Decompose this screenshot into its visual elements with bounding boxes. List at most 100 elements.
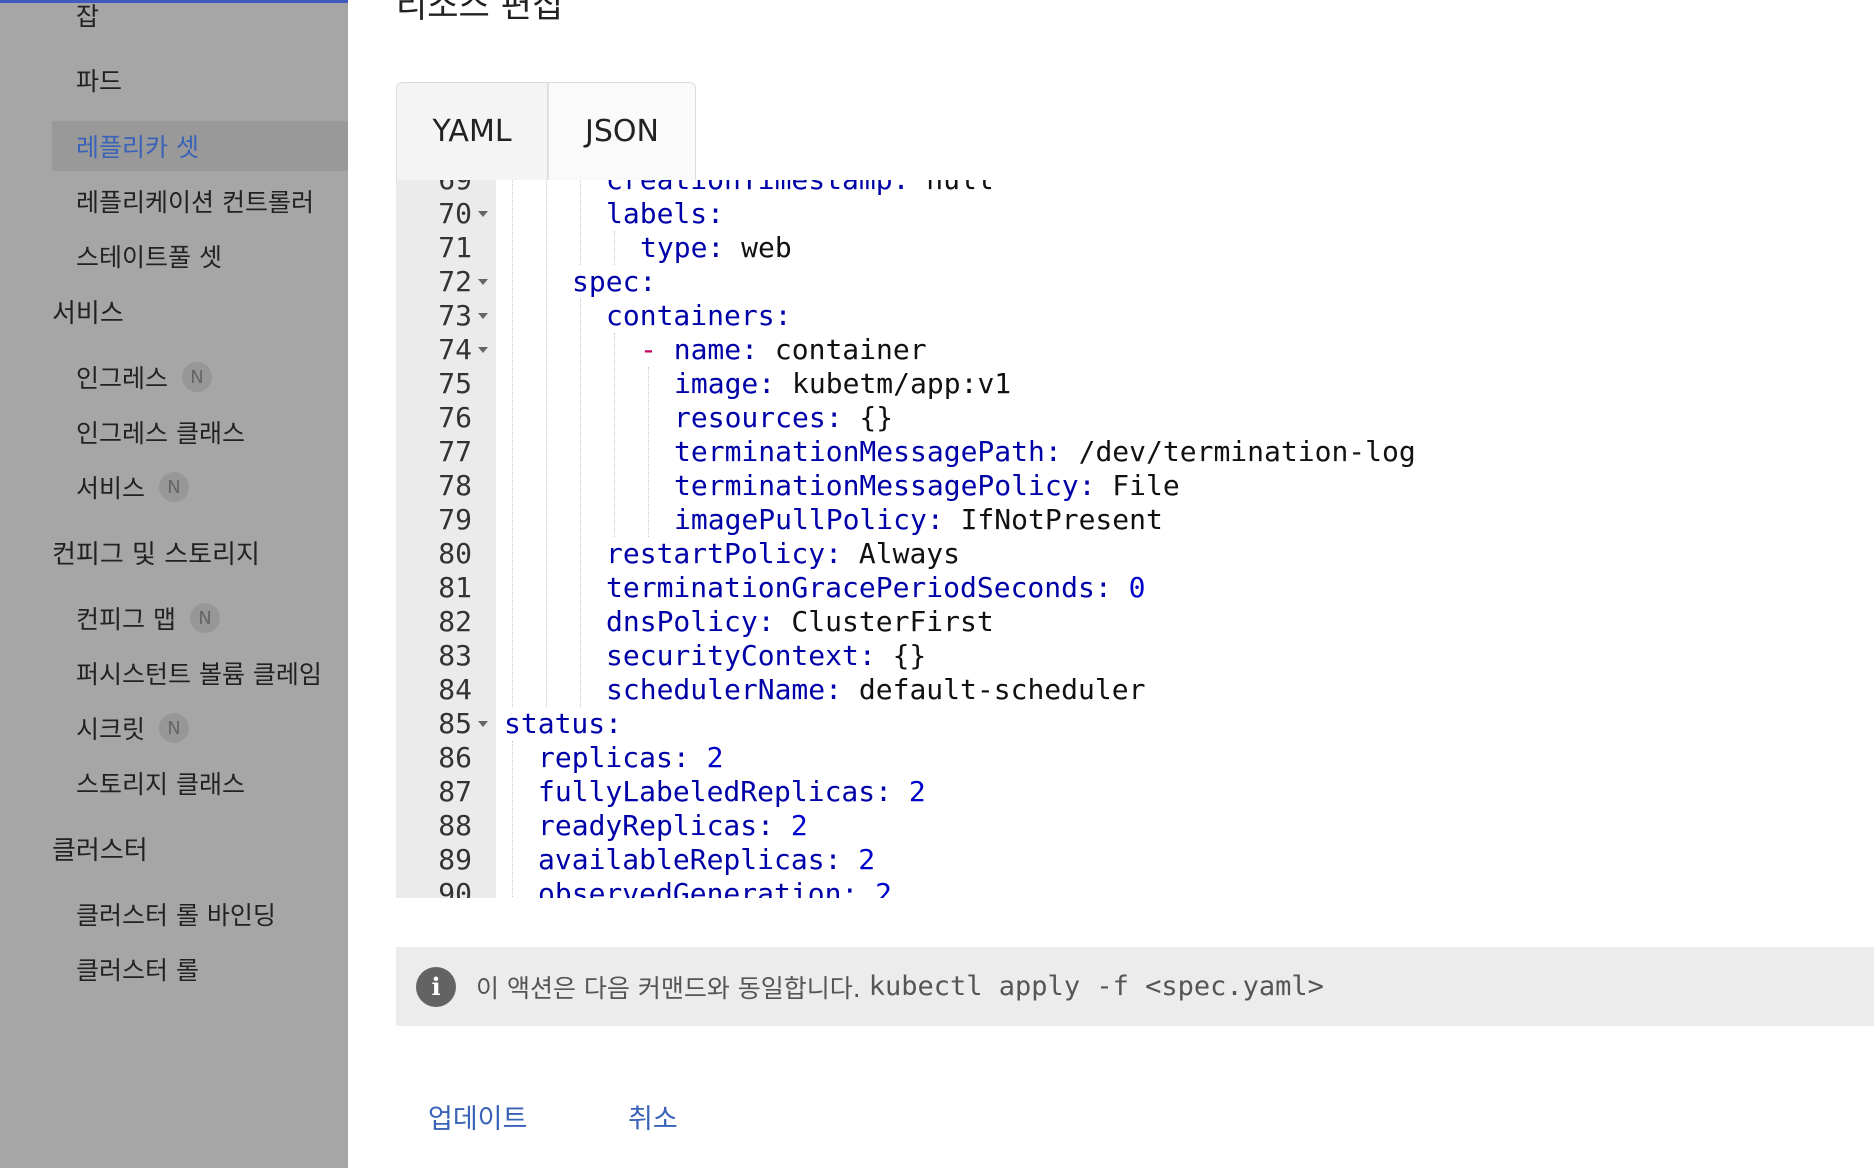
sidebar-item[interactable]: 레플리케이션 컨트롤러 — [0, 176, 348, 226]
sidebar-item-label: 인그레스 클래스 — [76, 419, 245, 448]
code-text: containers: — [606, 299, 791, 333]
code-text: dnsPolicy: ClusterFirst — [606, 605, 994, 639]
sidebar-item-label: 파드 — [76, 67, 123, 96]
sidebar-item[interactable]: 스토리지 클래스 — [0, 758, 348, 808]
code-text: schedulerName: default-scheduler — [606, 673, 1145, 707]
yaml-key: imagePullPolicy: — [674, 503, 944, 536]
code-text: terminationMessagePath: /dev/termination… — [674, 435, 1416, 469]
update-button[interactable]: 업데이트 — [428, 1097, 527, 1136]
sidebar-item[interactable]: 잡 — [0, 0, 348, 40]
line-number: 71 — [438, 231, 472, 264]
yaml-code-editor[interactable]: 69 creationTimestamp: null 70 labels: 71 type… — [396, 180, 1874, 898]
line-number: 80 — [438, 537, 472, 570]
code-line: 81 terminationGracePeriodSeconds: 0 — [396, 571, 1874, 605]
line-number: 81 — [438, 571, 472, 604]
namespace-badge: N — [182, 362, 213, 392]
sidebar-item[interactable]: 시크릿 N — [0, 703, 348, 753]
code-text: spec: — [572, 265, 656, 299]
code-text: restartPolicy: Always — [606, 537, 960, 571]
code-line: 88 readyReplicas: 2 — [396, 809, 1874, 843]
code-text: resources: {} — [674, 401, 893, 435]
yaml-value: kubetm/app:v1 — [775, 367, 1012, 400]
info-command: kubectl apply -f <spec.yaml> — [868, 971, 1324, 1002]
fold-arrow-icon[interactable] — [478, 721, 488, 727]
yaml-key: terminationGracePeriodSeconds: — [606, 571, 1112, 604]
code-text: image: kubetm/app:v1 — [674, 367, 1011, 401]
line-number: 86 — [438, 741, 472, 774]
yaml-value: web — [724, 231, 792, 264]
yaml-value: IfNotPresent — [943, 503, 1163, 536]
fold-arrow-icon[interactable] — [478, 279, 488, 285]
code-text: imagePullPolicy: IfNotPresent — [674, 503, 1163, 537]
yaml-value: {} — [875, 639, 927, 672]
yaml-value: ClusterFirst — [774, 605, 994, 638]
line-number: 79 — [438, 503, 472, 536]
yaml-key: dnsPolicy: — [606, 605, 775, 638]
sidebar-item[interactable]: 인그레스 N — [0, 352, 348, 402]
tab-json[interactable]: JSON — [548, 82, 696, 180]
info-text: 이 액션은 다음 커맨드와 동일합니다. — [476, 973, 861, 1003]
sidebar-item-label: 잡 — [76, 2, 100, 31]
code-line: 74 - name: container — [396, 333, 1874, 367]
code-text: fullyLabeledReplicas: 2 — [538, 775, 926, 809]
sidebar-section-heading: 클러스터 — [0, 823, 348, 873]
yaml-key: containers: — [606, 299, 792, 332]
info-icon: i — [416, 966, 456, 1007]
code-line: 71 type: web — [396, 231, 1874, 265]
yaml-key: restartPolicy: — [606, 537, 843, 570]
namespace-badge: N — [189, 603, 220, 633]
sidebar-item-label: 클러스터 롤 바인딩 — [76, 901, 276, 930]
line-number: 69 — [396, 180, 472, 197]
sidebar-item[interactable]: 파드 — [0, 55, 348, 105]
fold-arrow-icon[interactable] — [478, 347, 488, 353]
code-line: 85 status: — [396, 707, 1874, 741]
line-number: 72 — [438, 265, 472, 298]
yaml-key: spec: — [572, 265, 657, 298]
fold-arrow-icon[interactable] — [478, 313, 488, 319]
code-line: 75 image: kubetm/app:v1 — [396, 367, 1874, 401]
sidebar-item-label: 레플리케이션 컨트롤러 — [76, 188, 314, 217]
code-line: 89 availableReplicas: 2 — [396, 843, 1874, 877]
sidebar-item[interactable]: 스테이트풀 셋 — [0, 231, 348, 281]
yaml-value: Always — [842, 537, 961, 570]
yaml-key: terminationMessagePolicy: — [674, 469, 1096, 502]
yaml-key: labels: — [606, 197, 725, 230]
code-text: readyReplicas: 2 — [538, 809, 808, 843]
yaml-value: default-scheduler — [842, 673, 1146, 706]
sidebar-item-label: 서비스 — [76, 474, 146, 503]
page-title: 리소스 편집 — [396, 0, 564, 26]
yaml-key: schedulerName: — [606, 673, 843, 706]
yaml-key: fullyLabeledReplicas: — [538, 775, 893, 808]
sidebar-item-label: 시크릿 — [76, 715, 146, 744]
line-number: 89 — [438, 843, 472, 876]
line-number: 78 — [438, 469, 472, 502]
sidebar-item-label: 스테이트풀 셋 — [76, 243, 222, 272]
code-line: 79 imagePullPolicy: IfNotPresent — [396, 503, 1874, 537]
sidebar-section-heading: 서비스 — [0, 286, 348, 336]
code-text: securityContext: {} — [606, 639, 926, 673]
yaml-value: 2 — [892, 775, 926, 808]
sidebar-item[interactable]: 서비스 N — [0, 462, 348, 512]
sidebar-item[interactable]: 인그레스 클래스 — [0, 407, 348, 457]
sidebar-item[interactable]: 클러스터 롤 바인딩 — [0, 889, 348, 939]
code-line: 80 restartPolicy: Always — [396, 537, 1874, 571]
yaml-value: 0 — [1111, 571, 1146, 604]
fold-arrow-icon[interactable] — [478, 211, 488, 217]
sidebar-item[interactable]: 컨피그 맵 N — [0, 593, 348, 643]
line-number: 90 — [438, 877, 472, 898]
yaml-key: observedGeneration: — [538, 877, 859, 898]
yaml-value: File — [1095, 469, 1180, 502]
code-line: 69 creationTimestamp: null — [396, 180, 1874, 197]
yaml-key: name: — [673, 333, 759, 366]
sidebar-nav: 잡 파드 레플리카 셋 레플리케이션 컨트롤러 스테이트풀 셋 서비스 인그레스 N 인그레스 … — [0, 0, 348, 1168]
sidebar-item[interactable]: 퍼시스턴트 볼륨 클레임 — [0, 648, 348, 698]
sidebar-item[interactable]: 클러스터 롤 — [0, 944, 348, 994]
tab-yaml[interactable]: YAML — [396, 82, 548, 180]
namespace-badge: N — [159, 713, 190, 743]
yaml-value: container — [758, 333, 927, 366]
cancel-button[interactable]: 취소 — [628, 1097, 678, 1136]
sidebar-item[interactable]: 레플리카 셋 — [52, 121, 348, 171]
code-line: 76 resources: {} — [396, 401, 1874, 435]
yaml-value: {} — [842, 401, 894, 434]
sidebar-item-label: 컨피그 및 스토리지 — [52, 539, 260, 570]
